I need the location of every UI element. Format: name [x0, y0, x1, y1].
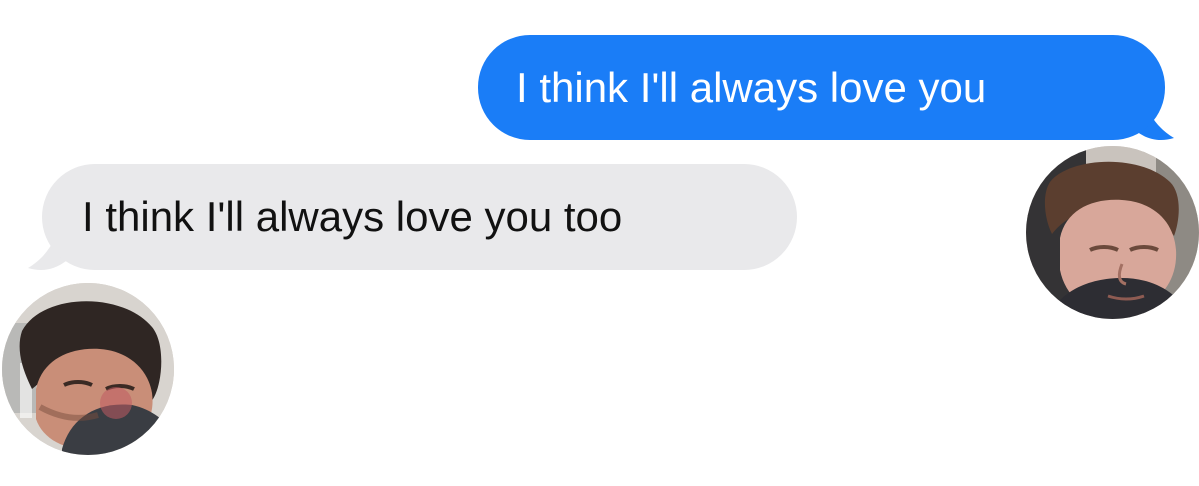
contact-avatar-icon	[1026, 146, 1199, 319]
message-text-sent: I think I'll always love you	[516, 63, 987, 111]
message-bubble-sent[interactable]: I think I'll always love you	[478, 35, 1165, 140]
avatar-received[interactable]	[2, 283, 174, 455]
contact-avatar-icon	[2, 283, 174, 455]
message-bubble-received[interactable]: I think I'll always love you too	[42, 164, 797, 270]
message-text-received: I think I'll always love you too	[82, 193, 623, 240]
avatar-sent[interactable]	[1026, 146, 1199, 319]
